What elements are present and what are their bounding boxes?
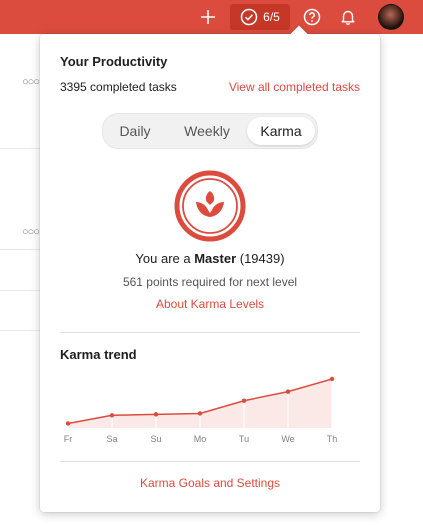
section-divider: [60, 461, 360, 462]
about-karma-levels-link[interactable]: About Karma Levels: [40, 297, 380, 311]
next-level-text: 561 points required for next level: [122, 275, 298, 289]
trend-tick-label: We: [281, 434, 294, 444]
trend-tick-label: Sa: [106, 434, 117, 444]
trend-point: [153, 412, 159, 417]
trend-tick-label: Tu: [239, 434, 249, 444]
level-prefix: You are a: [135, 251, 195, 266]
more-options-icon[interactable]: ○○○: [22, 76, 40, 88]
tab-karma[interactable]: Karma: [247, 117, 315, 145]
section-divider: [60, 332, 360, 333]
productivity-popover: Your Productivity 3395 completed tasks V…: [40, 25, 380, 512]
help-icon: [303, 8, 321, 26]
bell-icon: [341, 10, 355, 26]
plus-icon: [201, 10, 215, 24]
productivity-count: 6/5: [263, 10, 280, 24]
notifications-button[interactable]: [336, 4, 360, 30]
trend-tick-label: Fr: [64, 434, 73, 444]
trend-point: [65, 421, 71, 426]
trend-point: [197, 411, 203, 416]
popover-title: Your Productivity: [60, 54, 168, 69]
productivity-button[interactable]: 6/5: [230, 4, 290, 30]
karma-level-icon: [174, 170, 246, 242]
avatar: [378, 4, 404, 30]
karma-trend-chart: Fr Sa Su Mo Tu We Th: [64, 376, 338, 444]
tab-daily[interactable]: Daily: [107, 117, 163, 145]
user-avatar-button[interactable]: [378, 4, 404, 30]
trend-point: [241, 398, 247, 403]
trend-point: [109, 413, 115, 418]
view-all-completed-link[interactable]: View all completed tasks: [229, 80, 360, 94]
trend-tick-label: Th: [327, 434, 338, 444]
trend-point: [329, 376, 335, 382]
productivity-tabs: Daily Weekly Karma: [102, 113, 318, 149]
list-divider: [0, 249, 40, 250]
more-options-icon[interactable]: ○○○: [22, 226, 40, 238]
completed-tasks-count: 3395 completed tasks: [60, 80, 177, 94]
trend-tick-label: Mo: [194, 434, 207, 444]
top-bar: 6/5: [0, 0, 423, 34]
help-button[interactable]: [300, 4, 324, 30]
karma-level-text: You are a Master (19439): [40, 251, 380, 266]
tab-weekly[interactable]: Weekly: [169, 117, 245, 145]
trend-tick-label: Su: [150, 434, 161, 444]
karma-points: (19439): [236, 251, 285, 266]
list-divider: [0, 290, 40, 291]
karma-trend-title: Karma trend: [60, 347, 137, 362]
check-circle-icon: [240, 8, 258, 26]
list-divider: [0, 148, 40, 149]
quick-add-button[interactable]: [196, 4, 220, 30]
trend-point: [285, 389, 291, 394]
level-name: Master: [194, 251, 237, 266]
karma-goals-settings-link[interactable]: Karma Goals and Settings: [40, 476, 380, 490]
list-divider: [0, 330, 40, 331]
